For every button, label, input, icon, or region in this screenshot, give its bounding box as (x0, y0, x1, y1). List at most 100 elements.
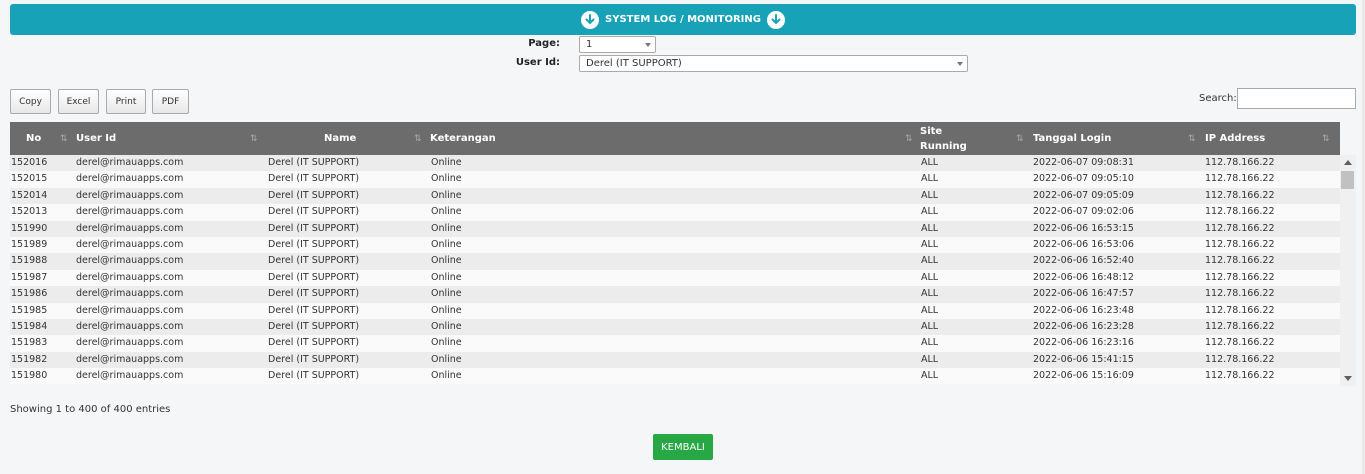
page-header: SYSTEM LOG / MONITORING (10, 4, 1356, 35)
cell-no: 151985 (11, 304, 48, 316)
cell-keterangan: Online (431, 222, 462, 234)
cell-name: Derel (IT SUPPORT) (268, 238, 360, 250)
cell-no: 151988 (11, 255, 48, 267)
cell-tanggal-login: 2022-06-06 16:52:40 (1033, 255, 1134, 267)
cell-no: 151982 (11, 353, 48, 365)
copy-button[interactable]: Copy (10, 89, 51, 114)
cell-keterangan: Online (431, 255, 462, 267)
sort-icon: ⇅ (1322, 134, 1330, 144)
cell-no: 152014 (11, 189, 48, 201)
cell-ip-address: 112.78.166.22 (1205, 288, 1275, 300)
cell-keterangan: Online (431, 288, 462, 300)
cell-user-id: derel@rimauapps.com (76, 157, 184, 168)
table-scrollbar[interactable] (1340, 155, 1356, 386)
pdf-button[interactable]: PDF (152, 89, 189, 114)
print-button[interactable]: Print (106, 89, 146, 114)
column-header-keterangan[interactable]: Keterangan (430, 122, 496, 155)
cell-ip-address: 112.78.166.22 (1205, 189, 1275, 201)
cell-ip-address: 112.78.166.22 (1205, 173, 1275, 185)
column-header-site-running[interactable]: Site Running (920, 122, 967, 155)
column-header-ip-address[interactable]: IP Address (1205, 122, 1265, 155)
table-row[interactable]: 151983 derel@rimauapps.com Derel (IT SUPPO… (10, 335, 1340, 352)
cell-keterangan: Online (431, 271, 462, 283)
page-title: SYSTEM LOG / MONITORING (605, 14, 761, 25)
cell-user-id: derel@rimauapps.com (76, 189, 184, 201)
cell-user-id: derel@rimauapps.com (76, 271, 184, 283)
cell-ip-address: 112.78.166.22 (1205, 304, 1275, 316)
cell-site-running: ALL (921, 173, 939, 185)
log-table: No ⇅ User Id ⇅ Name ⇅ Keterangan ⇅ Site … (10, 122, 1356, 386)
cell-tanggal-login: 2022-06-06 16:53:06 (1033, 238, 1134, 250)
table-row[interactable]: 151984 derel@rimauapps.com Derel (IT SUPPO… (10, 318, 1340, 336)
cell-ip-address: 112.78.166.22 (1205, 255, 1275, 267)
cell-name: Derel (IT SUPPORT) (268, 157, 360, 168)
sort-icon: ⇅ (1188, 134, 1196, 144)
scroll-thumb[interactable] (1341, 171, 1354, 189)
cell-name: Derel (IT SUPPORT) (268, 288, 360, 300)
table-row[interactable]: 152014 derel@rimauapps.com Derel (IT SUPPO… (10, 187, 1340, 205)
cell-site-running: ALL (921, 189, 939, 201)
table-row[interactable]: 152016 derel@rimauapps.com Derel (IT SUPPO… (10, 155, 1340, 172)
cell-keterangan: Online (431, 157, 462, 168)
cell-site-running: ALL (921, 238, 939, 250)
cell-no: 151984 (11, 320, 48, 332)
cell-ip-address: 112.78.166.22 (1205, 370, 1275, 382)
cell-ip-address: 112.78.166.22 (1205, 238, 1275, 250)
table-row[interactable]: 151987 derel@rimauapps.com Derel (IT SUPPO… (10, 269, 1340, 287)
cell-name: Derel (IT SUPPORT) (268, 189, 360, 201)
scroll-up-arrow-icon[interactable] (1344, 160, 1352, 165)
table-row[interactable]: 151986 derel@rimauapps.com Derel (IT SUPPO… (10, 286, 1340, 303)
page-select[interactable]: 1 (579, 36, 656, 53)
scroll-down-arrow-icon[interactable] (1344, 376, 1352, 381)
cell-tanggal-login: 2022-06-06 15:16:09 (1033, 370, 1134, 382)
column-header-name[interactable]: Name (324, 122, 356, 155)
cell-site-running: ALL (921, 370, 939, 382)
cell-no: 152016 (11, 157, 48, 168)
cell-site-running: ALL (921, 222, 939, 234)
cell-no: 151983 (11, 337, 48, 349)
cell-tanggal-login: 2022-06-07 09:05:10 (1033, 173, 1134, 185)
cell-user-id: derel@rimauapps.com (76, 353, 184, 365)
page-label: Page: (528, 38, 560, 49)
cell-user-id: derel@rimauapps.com (76, 206, 184, 218)
table-row[interactable]: 151990 derel@rimauapps.com Derel (IT SUPPO… (10, 220, 1340, 237)
cell-ip-address: 112.78.166.22 (1205, 271, 1275, 283)
cell-name: Derel (IT SUPPORT) (268, 370, 360, 382)
cell-user-id: derel@rimauapps.com (76, 320, 184, 332)
cell-keterangan: Online (431, 320, 462, 332)
table-row[interactable]: 151980 derel@rimauapps.com Derel (IT SUPPO… (10, 368, 1340, 385)
table-row[interactable]: 151985 derel@rimauapps.com Derel (IT SUPPO… (10, 302, 1340, 319)
cell-no: 151980 (11, 370, 48, 382)
cell-tanggal-login: 2022-06-06 16:23:16 (1033, 337, 1134, 349)
cell-user-id: derel@rimauapps.com (76, 304, 184, 316)
table-row[interactable]: 151988 derel@rimauapps.com Derel (IT SUPPO… (10, 253, 1340, 270)
cell-keterangan: Online (431, 189, 462, 201)
table-body: 152016 derel@rimauapps.com Derel (IT SUPPO… (10, 155, 1340, 385)
cell-no: 152013 (11, 206, 48, 218)
table-row[interactable]: 151989 derel@rimauapps.com Derel (IT SUPPO… (10, 236, 1340, 254)
arrow-down-circle-icon (581, 10, 600, 29)
cell-tanggal-login: 2022-06-06 16:53:15 (1033, 222, 1134, 234)
column-header-user-id[interactable]: User Id (76, 122, 116, 155)
column-header-tanggal-login[interactable]: Tanggal Login (1033, 122, 1111, 155)
back-button[interactable]: KEMBALI (653, 434, 713, 460)
cell-ip-address: 112.78.166.22 (1205, 320, 1275, 332)
table-header: No ⇅ User Id ⇅ Name ⇅ Keterangan ⇅ Site … (10, 122, 1340, 155)
table-row[interactable]: 151982 derel@rimauapps.com Derel (IT SUPPO… (10, 351, 1340, 369)
cell-user-id: derel@rimauapps.com (76, 238, 184, 250)
table-row[interactable]: 152015 derel@rimauapps.com Derel (IT SUPPO… (10, 171, 1340, 188)
table-row[interactable]: 152013 derel@rimauapps.com Derel (IT SUPPO… (10, 204, 1340, 221)
sort-icon: ⇅ (250, 134, 258, 144)
cell-site-running: ALL (921, 157, 939, 168)
cell-site-running: ALL (921, 206, 939, 218)
search-input[interactable] (1237, 88, 1356, 109)
cell-no: 151987 (11, 271, 48, 283)
excel-button[interactable]: Excel (58, 89, 99, 114)
user-id-select[interactable]: Derel (IT SUPPORT) (579, 55, 968, 72)
sort-icon: ⇅ (905, 134, 913, 144)
column-header-no[interactable]: No (26, 122, 41, 155)
cell-name: Derel (IT SUPPORT) (268, 222, 360, 234)
cell-site-running: ALL (921, 271, 939, 283)
user-id-label: User Id: (515, 57, 560, 68)
cell-tanggal-login: 2022-06-07 09:05:09 (1033, 189, 1134, 201)
